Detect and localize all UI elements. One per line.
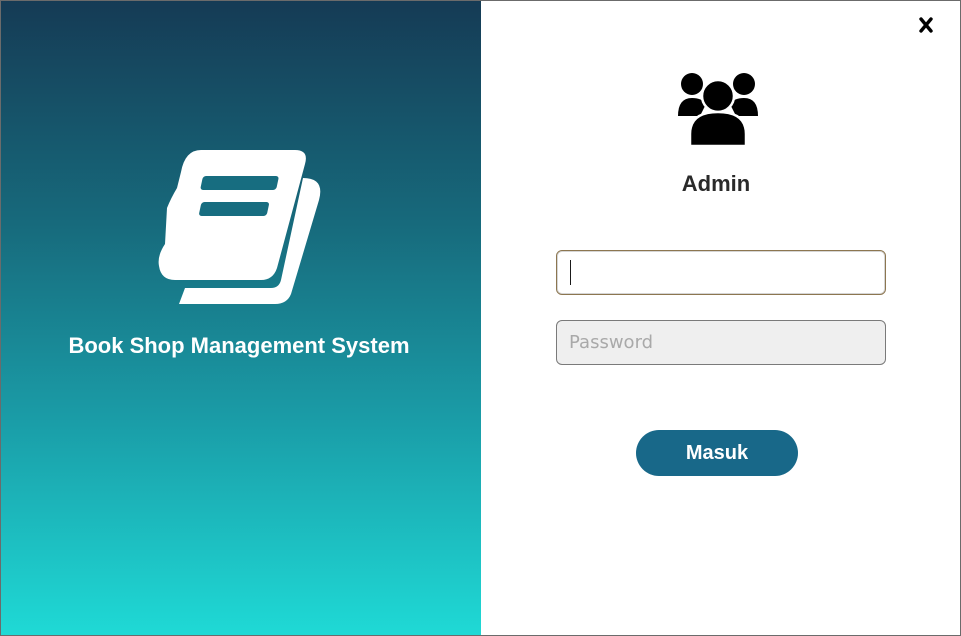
app-title: Book Shop Management System [68, 333, 410, 358]
password-field[interactable] [556, 320, 886, 365]
users-group-icon [678, 73, 758, 146]
role-label: Admin [681, 171, 751, 196]
login-window: Book Shop Management System Admin Masuk [0, 0, 961, 636]
book-icon [158, 150, 321, 304]
branding-panel: Book Shop Management System [1, 1, 481, 635]
text-caret [570, 260, 571, 285]
login-button[interactable]: Masuk [636, 430, 798, 476]
close-icon[interactable] [913, 14, 939, 36]
username-field[interactable] [556, 250, 886, 295]
